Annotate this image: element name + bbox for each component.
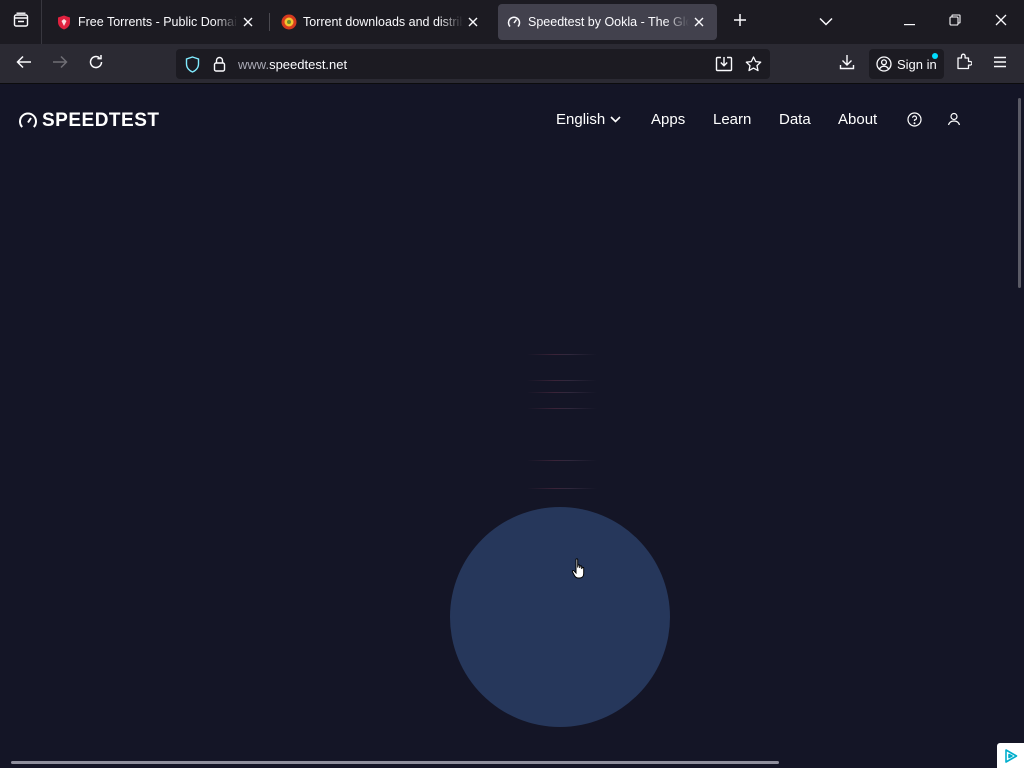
tab-title: Speedtest by Ookla - The Global Broadban… — [528, 15, 689, 29]
adchoices-icon — [1004, 748, 1017, 763]
tab-free-torrents[interactable]: Free Torrents - Public Domain, Creative … — [48, 4, 266, 40]
nav-data-label: Data — [779, 110, 811, 128]
reload-icon — [88, 54, 104, 75]
downloads-button[interactable] — [833, 50, 861, 78]
sign-in-button[interactable]: Sign in — [869, 49, 944, 79]
flower-favicon-icon — [281, 14, 297, 30]
url-text[interactable]: www.speedtest.net — [238, 57, 347, 72]
language-label: English — [556, 110, 606, 128]
loading-animation — [527, 352, 597, 492]
web-page: SPEEDTEST English Apps Learn Data About — [0, 84, 1024, 768]
account-icon — [876, 56, 892, 72]
lock-icon[interactable] — [209, 54, 229, 74]
app-menu-button[interactable] — [986, 50, 1014, 78]
nav-about[interactable]: About — [838, 108, 877, 130]
close-window-button[interactable] — [978, 0, 1024, 44]
vertical-scrollbar[interactable] — [1018, 98, 1021, 288]
new-tab-button[interactable] — [726, 8, 754, 36]
forward-button[interactable] — [46, 50, 74, 78]
firefox-view-button[interactable] — [0, 0, 42, 44]
star-icon[interactable] — [742, 53, 764, 75]
shield-icon[interactable] — [182, 54, 202, 74]
plus-icon — [733, 13, 747, 32]
go-button[interactable] — [450, 507, 670, 727]
extensions-button[interactable] — [950, 50, 978, 78]
help-icon[interactable] — [905, 110, 923, 128]
tab-torrent-downloads[interactable]: Torrent downloads and distribution — [273, 4, 491, 40]
tab-strip: Free Torrents - Public Domain, Creative … — [0, 0, 1024, 44]
notification-dot — [932, 53, 938, 59]
close-icon[interactable] — [463, 12, 483, 32]
site-header: SPEEDTEST English Apps Learn Data About — [0, 84, 1012, 156]
nav-about-label: About — [838, 110, 878, 128]
chevron-down-icon — [819, 13, 833, 31]
close-icon — [995, 13, 1007, 31]
nav-learn-label: Learn — [713, 110, 752, 128]
restore-icon — [949, 13, 961, 31]
download-icon — [839, 54, 855, 75]
user-icon[interactable] — [945, 110, 963, 128]
nav-learn[interactable]: Learn — [713, 108, 751, 130]
chevron-down-icon — [610, 115, 621, 123]
gauge-favicon-icon — [506, 14, 522, 30]
list-all-tabs-button[interactable] — [812, 8, 840, 36]
speedtest-logo[interactable]: SPEEDTEST — [18, 110, 159, 132]
minimize-icon — [903, 13, 915, 31]
adchoices-badge[interactable] — [997, 743, 1024, 768]
restore-button[interactable] — [932, 0, 978, 44]
forward-icon — [52, 55, 68, 74]
install-app-icon[interactable] — [713, 53, 735, 75]
minimize-button[interactable] — [886, 0, 932, 44]
url-bar[interactable]: www.speedtest.net — [176, 49, 770, 79]
tab-separator — [269, 13, 270, 31]
horizontal-scrollbar[interactable] — [11, 761, 779, 764]
sign-in-label: Sign in — [897, 56, 937, 72]
extensions-icon — [956, 53, 973, 75]
firefox-view-icon — [12, 11, 30, 34]
back-icon — [16, 55, 32, 74]
close-icon[interactable] — [238, 12, 258, 32]
navigation-toolbar: www.speedtest.net Sign in — [0, 44, 1024, 84]
nav-apps-label: Apps — [651, 110, 686, 128]
gauge-icon — [19, 112, 37, 128]
logo-text: SPEEDTEST — [42, 110, 160, 131]
hand-cursor-icon — [571, 558, 585, 579]
menu-icon — [993, 55, 1007, 73]
tab-speedtest[interactable]: Speedtest by Ookla - The Global Broadban… — [498, 4, 717, 40]
nav-apps[interactable]: Apps — [651, 108, 685, 130]
close-icon[interactable] — [689, 12, 709, 32]
tab-title: Free Torrents - Public Domain, Creative … — [78, 15, 238, 29]
nav-data[interactable]: Data — [779, 108, 811, 130]
back-button[interactable] — [10, 50, 38, 78]
tab-title: Torrent downloads and distribution — [303, 15, 463, 29]
language-selector[interactable]: English — [556, 108, 621, 130]
shield-favicon-icon — [56, 14, 72, 30]
reload-button[interactable] — [82, 50, 110, 78]
